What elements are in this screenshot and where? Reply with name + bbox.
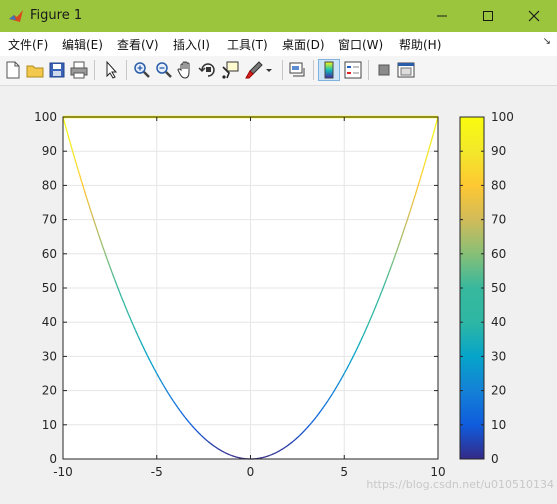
colorbar-tick-label: 60 xyxy=(491,247,506,261)
parabola-segment xyxy=(234,456,236,457)
y-tick-label: 10 xyxy=(42,418,57,432)
colorbar-tick-label: 20 xyxy=(491,384,506,398)
menu-help[interactable]: 帮助(H) xyxy=(399,36,441,53)
open-file-button[interactable] xyxy=(24,59,46,81)
edit-plot-button[interactable] xyxy=(100,59,122,81)
close-icon xyxy=(528,10,540,22)
hand-icon xyxy=(175,59,197,81)
x-tick-label: 5 xyxy=(340,465,348,479)
show-plot-tools-icon xyxy=(395,59,417,81)
toolbar-separator xyxy=(282,60,283,80)
colorbar-tick-label: 30 xyxy=(491,349,506,363)
new-figure-button[interactable] xyxy=(2,59,24,81)
x-tick-label: 10 xyxy=(430,465,445,479)
y-tick-label: 30 xyxy=(42,349,57,363)
brush-icon xyxy=(243,59,265,81)
y-tick-label: 20 xyxy=(42,384,57,398)
colorbar-tick-label: 80 xyxy=(491,178,506,192)
toolbar xyxy=(0,56,557,86)
pointer-arrow-icon xyxy=(100,59,122,81)
parabola-segment xyxy=(236,457,238,458)
colorbar-tick-label: 0 xyxy=(491,452,499,466)
rotate-icon xyxy=(197,59,219,81)
colorbar-tick-label: 50 xyxy=(491,281,506,295)
y-tick-label: 40 xyxy=(42,315,57,329)
parabola-segment xyxy=(229,455,231,456)
plot-svg: 0 10 20 30 40 50 60 70 80 90 100 -10 -5 0 5 10 0 10 20 30… xyxy=(0,86,557,500)
menu-desktop[interactable]: 桌面(D) xyxy=(282,36,325,53)
pan-button[interactable] xyxy=(175,59,197,81)
zoom-out-button[interactable] xyxy=(153,59,175,81)
matlab-icon xyxy=(8,8,24,24)
toolbar-separator xyxy=(94,60,95,80)
print-figure-button[interactable] xyxy=(68,59,90,81)
chevron-down-icon xyxy=(264,59,274,81)
menu-edit[interactable]: 编辑(E) xyxy=(62,36,103,53)
dock-arrow-icon[interactable]: ↘ xyxy=(543,36,551,47)
new-file-icon xyxy=(2,59,24,81)
toolbar-separator xyxy=(126,60,127,80)
save-figure-button[interactable] xyxy=(46,59,68,81)
x-tick-label: 0 xyxy=(247,465,255,479)
menu-insert[interactable]: 插入(I) xyxy=(173,36,210,53)
insert-legend-button[interactable] xyxy=(342,59,364,81)
menu-window[interactable]: 窗口(W) xyxy=(338,36,383,53)
title-bar: Figure 1 xyxy=(0,0,557,32)
zoom-in-icon xyxy=(131,59,153,81)
y-tick-label: 80 xyxy=(42,178,57,192)
menu-view[interactable]: 查看(V) xyxy=(117,36,159,53)
colorbar-tick-label: 90 xyxy=(491,144,506,158)
zoom-out-icon xyxy=(153,59,175,81)
x-tick-label: -10 xyxy=(53,465,73,479)
window-title: Figure 1 xyxy=(30,8,82,23)
parabola-segment xyxy=(262,457,264,458)
colorbar[interactable] xyxy=(460,117,484,459)
zoom-in-button[interactable] xyxy=(131,59,153,81)
hide-plot-tools-icon xyxy=(373,59,395,81)
y-tick-label: 70 xyxy=(42,213,57,227)
maximize-icon xyxy=(482,10,494,22)
brush-dropdown[interactable] xyxy=(264,59,274,81)
watermark: https://blog.csdn.net/u010510134 xyxy=(366,478,554,491)
y-tick-label: 0 xyxy=(49,452,57,466)
colorbar-tick-label: 40 xyxy=(491,315,506,329)
folder-icon xyxy=(24,59,46,81)
show-plot-tools-button[interactable] xyxy=(395,59,417,81)
y-tick-label: 60 xyxy=(42,247,57,261)
y-tick-label: 100 xyxy=(34,110,57,124)
parabola-segment xyxy=(269,455,271,456)
toolbar-separator xyxy=(368,60,369,80)
x-tick-label: -5 xyxy=(151,465,163,479)
insert-colorbar-button[interactable] xyxy=(318,59,340,81)
colorbar-tick-label: 70 xyxy=(491,213,506,227)
menu-tools[interactable]: 工具(T) xyxy=(227,36,268,53)
colorbar-icon xyxy=(319,60,339,80)
link-plot-button[interactable] xyxy=(287,59,309,81)
data-cursor-icon xyxy=(219,59,241,81)
hide-plot-tools-button[interactable] xyxy=(373,59,395,81)
minimize-button[interactable] xyxy=(419,0,465,32)
save-icon xyxy=(46,59,68,81)
figure-canvas: 0 10 20 30 40 50 60 70 80 90 100 -10 -5 0 5 10 0 10 20 30… xyxy=(0,86,557,500)
toolbar-separator xyxy=(313,60,314,80)
y-tick-label: 50 xyxy=(42,281,57,295)
parabola-segment xyxy=(265,456,267,457)
y-tick-label: 90 xyxy=(42,144,57,158)
rotate-3d-button[interactable] xyxy=(197,59,219,81)
link-plot-icon xyxy=(287,59,309,81)
minimize-icon xyxy=(436,10,448,22)
data-cursor-button[interactable] xyxy=(219,59,241,81)
parabola-segment xyxy=(267,456,269,457)
colorbar-tick-label: 100 xyxy=(491,110,514,124)
printer-icon xyxy=(68,59,90,81)
parabola-segment xyxy=(232,456,234,457)
maximize-button[interactable] xyxy=(465,0,511,32)
menu-file[interactable]: 文件(F) xyxy=(8,36,48,53)
close-button[interactable] xyxy=(511,0,557,32)
legend-icon xyxy=(342,59,364,81)
brush-button[interactable] xyxy=(243,59,265,81)
colorbar-tick-label: 10 xyxy=(491,418,506,432)
menu-bar: 文件(F) 编辑(E) 查看(V) 插入(I) 工具(T) 桌面(D) 窗口(W… xyxy=(0,32,557,56)
